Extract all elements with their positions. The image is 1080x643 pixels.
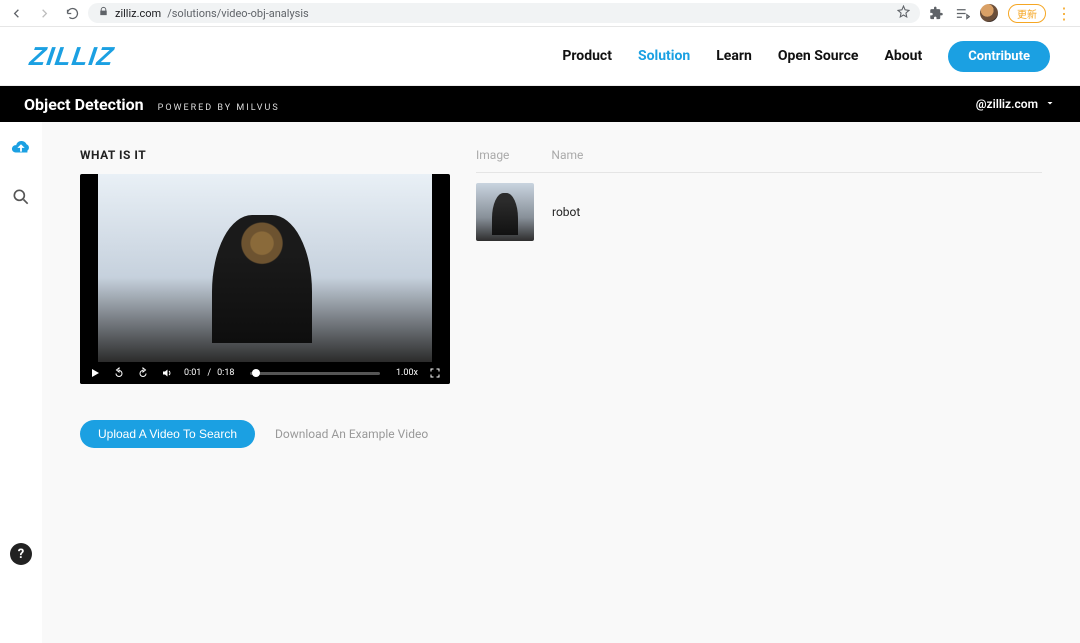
section-title: WHAT IS IT: [80, 148, 450, 162]
main: ? WHAT IS IT 0:01 / 0:18 1.00x: [0, 122, 1080, 643]
progress-bar[interactable]: [250, 372, 380, 375]
rewind-icon[interactable]: [112, 366, 126, 380]
nav-about[interactable]: About: [884, 48, 922, 64]
forward-seek-icon[interactable]: [136, 366, 150, 380]
reload-icon[interactable]: [64, 5, 80, 21]
account-dropdown[interactable]: @zilliz.com: [976, 97, 1056, 112]
chevron-down-icon: [1044, 97, 1056, 112]
help-icon[interactable]: ?: [10, 543, 32, 565]
contribute-button[interactable]: Contribute: [948, 41, 1050, 72]
duration: 0:18: [217, 368, 234, 378]
result-row[interactable]: robot: [476, 173, 1042, 241]
menu-dots-icon[interactable]: ⋮: [1056, 4, 1072, 23]
profile-avatar-icon[interactable]: [980, 4, 998, 22]
playlist-icon[interactable]: [954, 5, 970, 21]
action-row: Upload A Video To Search Download An Exa…: [80, 420, 450, 448]
browser-toolbar: zilliz.com/solutions/video-obj-analysis …: [0, 0, 1080, 27]
progress-knob[interactable]: [252, 369, 260, 377]
star-icon[interactable]: [897, 5, 910, 21]
time-display: 0:01 / 0:18: [184, 368, 234, 378]
sub-header-left: Object Detection POWERED BY MILVUS: [24, 95, 280, 114]
logo[interactable]: ZILLIZ: [28, 41, 116, 72]
upload-cloud-icon[interactable]: [10, 136, 32, 158]
nav-product[interactable]: Product: [562, 48, 612, 64]
playback-speed[interactable]: 1.00x: [396, 368, 418, 378]
volume-icon[interactable]: [160, 366, 174, 380]
page-subtitle: POWERED BY MILVUS: [158, 103, 280, 113]
results-header: Image Name: [476, 148, 1042, 173]
left-column: WHAT IS IT 0:01 / 0:18 1.00x: [80, 148, 450, 617]
result-thumbnail: [476, 183, 534, 241]
main-nav: Product Solution Learn Open Source About…: [562, 41, 1050, 72]
video-player[interactable]: 0:01 / 0:18 1.00x: [80, 174, 450, 384]
browser-nav-icons: [8, 5, 80, 21]
update-button[interactable]: 更新: [1008, 4, 1046, 23]
play-icon[interactable]: [88, 366, 102, 380]
result-name: robot: [552, 205, 580, 219]
video-frame: [98, 174, 432, 362]
browser-right-icons: 更新 ⋮: [928, 4, 1072, 23]
nav-learn[interactable]: Learn: [716, 48, 752, 64]
page-title: Object Detection: [24, 95, 144, 114]
extensions-icon[interactable]: [928, 5, 944, 21]
nav-solution[interactable]: Solution: [638, 48, 690, 64]
back-icon[interactable]: [8, 5, 24, 21]
sidebar: ?: [0, 122, 42, 643]
time-separator: /: [207, 368, 211, 378]
nav-open-source[interactable]: Open Source: [778, 48, 859, 64]
search-icon[interactable]: [10, 186, 32, 208]
fullscreen-icon[interactable]: [428, 366, 442, 380]
download-example-link[interactable]: Download An Example Video: [275, 427, 428, 441]
lock-icon: [98, 6, 109, 20]
video-controls: 0:01 / 0:18 1.00x: [80, 362, 450, 384]
account-handle: @zilliz.com: [976, 97, 1038, 111]
forward-icon: [36, 5, 52, 21]
sub-header: Object Detection POWERED BY MILVUS @zill…: [0, 86, 1080, 122]
url-path: /solutions/video-obj-analysis: [167, 7, 309, 20]
address-bar[interactable]: zilliz.com/solutions/video-obj-analysis: [88, 3, 920, 23]
right-column: Image Name robot: [476, 148, 1042, 617]
content-area: WHAT IS IT 0:01 / 0:18 1.00x: [42, 122, 1080, 643]
current-time: 0:01: [184, 368, 201, 378]
header-name: Name: [551, 148, 583, 162]
header-image: Image: [476, 148, 509, 162]
url-host: zilliz.com: [115, 7, 161, 20]
site-header: ZILLIZ Product Solution Learn Open Sourc…: [0, 27, 1080, 86]
upload-video-button[interactable]: Upload A Video To Search: [80, 420, 255, 448]
